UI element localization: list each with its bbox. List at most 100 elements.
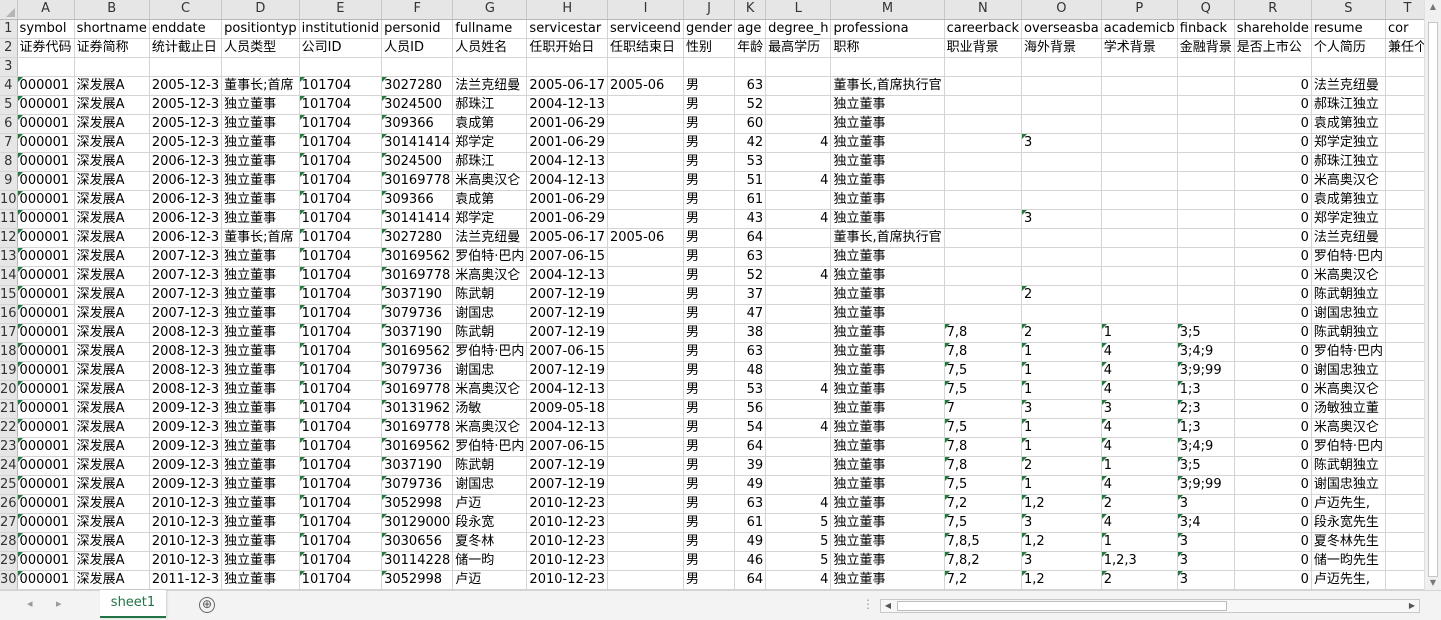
cell[interactable]	[765, 342, 832, 362]
cell[interactable]: 0	[1234, 228, 1312, 248]
cell[interactable]: 米高奥汉仑	[452, 418, 528, 438]
cell[interactable]	[1385, 171, 1424, 191]
cell[interactable]: 30169778	[381, 418, 454, 438]
cell[interactable]: 101704	[299, 304, 383, 324]
cell[interactable]	[1385, 437, 1424, 457]
cell[interactable]: 101704	[299, 475, 383, 495]
cell[interactable]: 3079736	[381, 361, 454, 381]
cell[interactable]	[1177, 190, 1235, 210]
spreadsheet-grid[interactable]: A B C D E F G H I J K L M N O P Q R S T 1 symbol shortname endd…	[0, 0, 1424, 590]
table-row[interactable]: 7 000001 深发展A 2005-12-3 独立董事 101704 30141414 郑学…	[0, 133, 1424, 153]
cell[interactable]: 2	[1101, 494, 1178, 514]
cell[interactable]: 人员姓名	[452, 38, 528, 58]
cell[interactable]: 罗伯特·巴内	[452, 247, 528, 267]
cell[interactable]: 深发展A	[74, 171, 150, 191]
cell[interactable]	[1385, 418, 1424, 438]
cell[interactable]: 63	[734, 247, 767, 267]
cell[interactable]	[1385, 532, 1424, 552]
cell[interactable]: 个人简历	[1311, 38, 1387, 58]
cell[interactable]: 47	[734, 304, 767, 324]
cell[interactable]: 000001	[17, 266, 75, 286]
cell[interactable]	[221, 57, 300, 77]
cell[interactable]: 2001-06-29	[526, 190, 608, 210]
row-number[interactable]: 12	[0, 228, 18, 248]
cell[interactable]: 独立董事	[830, 247, 945, 267]
cell[interactable]: 2006-12-3	[149, 228, 223, 248]
cell[interactable]: 30169778	[381, 266, 454, 286]
cell[interactable]: 3030656	[381, 532, 454, 552]
cell[interactable]: 2008-12-3	[149, 323, 223, 343]
cell[interactable]: 37	[734, 285, 767, 305]
cell[interactable]: 陈武朝	[452, 456, 528, 476]
cell[interactable]: 4	[765, 494, 832, 514]
cell[interactable]: 深发展A	[74, 209, 150, 229]
cell[interactable]: 米高奥汉仑	[1311, 418, 1387, 438]
cell[interactable]: 101704	[299, 323, 383, 343]
cell[interactable]: finback	[1177, 19, 1235, 39]
column-header[interactable]: C	[149, 0, 223, 20]
cell[interactable]: 7,5	[944, 361, 1023, 381]
cell[interactable]: 性别	[683, 38, 736, 58]
cell[interactable]: 证券代码	[17, 38, 75, 58]
cell[interactable]: institutionid	[299, 19, 383, 39]
cell[interactable]: 3079736	[381, 304, 454, 324]
table-row[interactable]: 22 000001 深发展A 2009-12-3 独立董事 101704 30169778 米…	[0, 418, 1424, 438]
cell[interactable]: 3	[1177, 570, 1235, 590]
cell[interactable]: 董事长;首席	[221, 228, 300, 248]
cell[interactable]: 101704	[299, 399, 383, 419]
cell[interactable]: 独立董事	[221, 171, 300, 191]
cell[interactable]	[452, 57, 528, 77]
cell[interactable]: 7,5	[944, 475, 1023, 495]
cell[interactable]: 0	[1234, 418, 1312, 438]
row-number[interactable]: 19	[0, 361, 18, 381]
row-number[interactable]: 16	[0, 304, 18, 324]
cell[interactable]: 0	[1234, 532, 1312, 552]
cell[interactable]: 2	[1021, 323, 1102, 343]
cell[interactable]: 7,5	[944, 380, 1023, 400]
cell[interactable]	[1021, 228, 1102, 248]
cell[interactable]: 证券简称	[74, 38, 150, 58]
cell[interactable]: 2009-05-18	[526, 399, 608, 419]
cell[interactable]: 101704	[299, 95, 383, 115]
cell[interactable]: 独立董事	[221, 133, 300, 153]
cell[interactable]	[944, 76, 1023, 96]
cell[interactable]: 101704	[299, 570, 383, 590]
cell[interactable]: 0	[1234, 475, 1312, 495]
cell[interactable]: 30141414	[381, 133, 454, 153]
cell[interactable]	[1385, 152, 1424, 172]
table-row[interactable]: 20 000001 深发展A 2008-12-3 独立董事 101704 30169778 米…	[0, 380, 1424, 400]
cell[interactable]: 谢国忠独立	[1311, 361, 1387, 381]
cell[interactable]	[1177, 171, 1235, 191]
cell[interactable]: 2007-12-19	[526, 304, 608, 324]
cell[interactable]: 职业背景	[944, 38, 1023, 58]
cell[interactable]: 男	[683, 475, 736, 495]
cell[interactable]: 000001	[17, 361, 75, 381]
cell[interactable]	[765, 114, 832, 134]
cell[interactable]: 2001-06-29	[526, 133, 608, 153]
cell[interactable]: 2010-12-3	[149, 551, 223, 571]
cell[interactable]	[1101, 95, 1178, 115]
cell[interactable]: 000001	[17, 133, 75, 153]
cell[interactable]: 64	[734, 228, 767, 248]
cell[interactable]: 袁成第独立	[1311, 190, 1387, 210]
cell[interactable]: 独立董事	[221, 437, 300, 457]
cell[interactable]: 男	[683, 551, 736, 571]
cell[interactable]	[607, 57, 685, 77]
cell[interactable]: 000001	[17, 285, 75, 305]
cell[interactable]: 郑学定独立	[1311, 133, 1387, 153]
cell[interactable]: 101704	[299, 228, 383, 248]
cell[interactable]: 2005-06-17	[526, 76, 608, 96]
cell[interactable]	[1177, 95, 1235, 115]
next-sheet-icon[interactable]: ▸	[56, 597, 62, 610]
cell[interactable]	[1101, 266, 1178, 286]
cell[interactable]: 2009-12-3	[149, 437, 223, 457]
cell[interactable]: 公司ID	[299, 38, 383, 58]
cell[interactable]: 郑学定	[452, 209, 528, 229]
cell[interactable]: 101704	[299, 190, 383, 210]
row-number[interactable]: 30	[0, 570, 18, 590]
row-number[interactable]: 4	[0, 76, 18, 96]
cell[interactable]	[765, 57, 832, 77]
cell[interactable]: 49	[734, 532, 767, 552]
cell[interactable]: 独立董事	[221, 570, 300, 590]
cell[interactable]: 独立董事	[830, 418, 945, 438]
